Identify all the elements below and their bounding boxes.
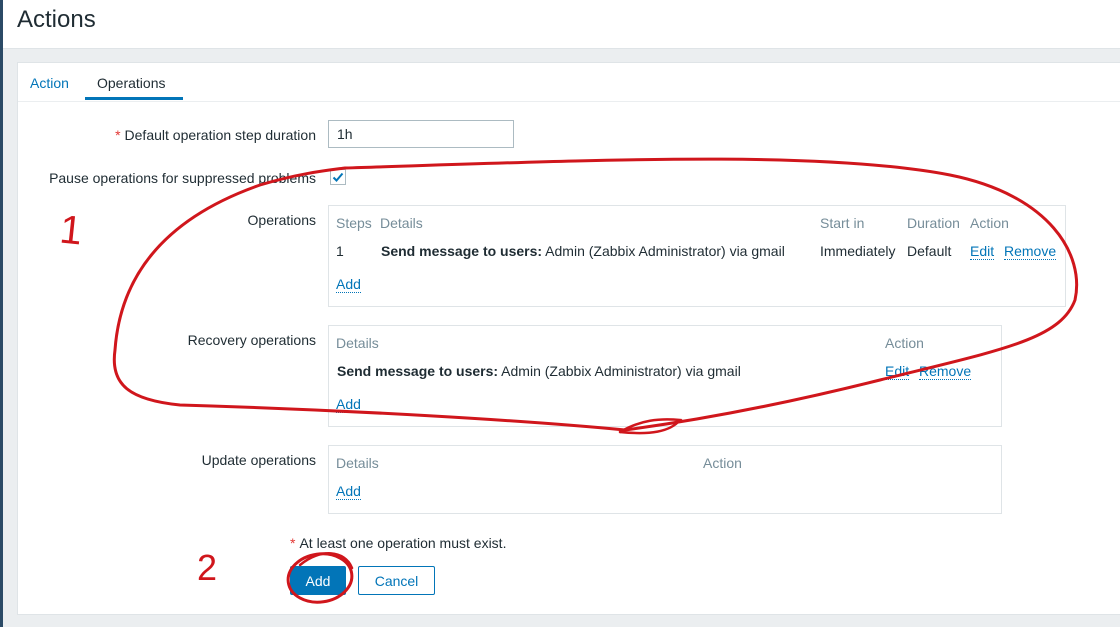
- update-operations-label: Update operations: [201, 452, 316, 468]
- operations-label: Operations: [247, 212, 316, 228]
- tab-operations[interactable]: Operations: [97, 75, 165, 91]
- upd-col-details: Details: [336, 455, 379, 471]
- tab-action[interactable]: Action: [30, 75, 69, 91]
- col-start-in: Start in: [820, 215, 865, 231]
- step-duration-label: * Default operation step duration: [115, 127, 316, 143]
- sidebar-edge: [0, 0, 3, 627]
- required-asterisk: *: [290, 535, 296, 551]
- cancel-button[interactable]: Cancel: [358, 566, 435, 595]
- active-tab-indicator: [85, 97, 183, 100]
- op-remove-link[interactable]: Remove: [1004, 243, 1057, 260]
- op-add-link[interactable]: Add: [336, 276, 361, 293]
- page-header: Actions: [3, 0, 1120, 49]
- op-row-details: Send message to users: Admin (Zabbix Adm…: [381, 243, 785, 259]
- pause-suppressed-checkbox[interactable]: [330, 169, 346, 185]
- rec-row-details: Send message to users: Admin (Zabbix Adm…: [337, 363, 741, 379]
- col-duration: Duration: [907, 215, 960, 231]
- update-operations-table: [328, 445, 1002, 514]
- required-asterisk: *: [115, 127, 121, 143]
- rec-edit-link[interactable]: Edit: [885, 363, 910, 380]
- check-icon: [332, 172, 344, 182]
- upd-col-action: Action: [703, 455, 742, 471]
- rec-col-details: Details: [336, 335, 379, 351]
- upd-add-link[interactable]: Add: [336, 483, 361, 500]
- rec-col-action: Action: [885, 335, 924, 351]
- required-note: * At least one operation must exist.: [290, 535, 507, 551]
- pause-suppressed-label: Pause operations for suppressed problems: [49, 170, 316, 186]
- op-row-duration: Default: [907, 243, 952, 259]
- page-title: Actions: [17, 6, 96, 33]
- op-row-steps: 1: [336, 243, 344, 259]
- col-details: Details: [380, 215, 423, 231]
- col-action: Action: [970, 215, 1009, 231]
- op-row-start-in: Immediately: [820, 243, 896, 259]
- recovery-operations-label: Recovery operations: [187, 332, 316, 348]
- rec-remove-link[interactable]: Remove: [919, 363, 972, 380]
- col-steps: Steps: [336, 215, 372, 231]
- add-button[interactable]: Add: [290, 566, 346, 595]
- op-edit-link[interactable]: Edit: [970, 243, 995, 260]
- step-duration-input[interactable]: [328, 120, 514, 148]
- rec-add-link[interactable]: Add: [336, 396, 361, 413]
- tab-bar: Action Operations: [18, 63, 1120, 102]
